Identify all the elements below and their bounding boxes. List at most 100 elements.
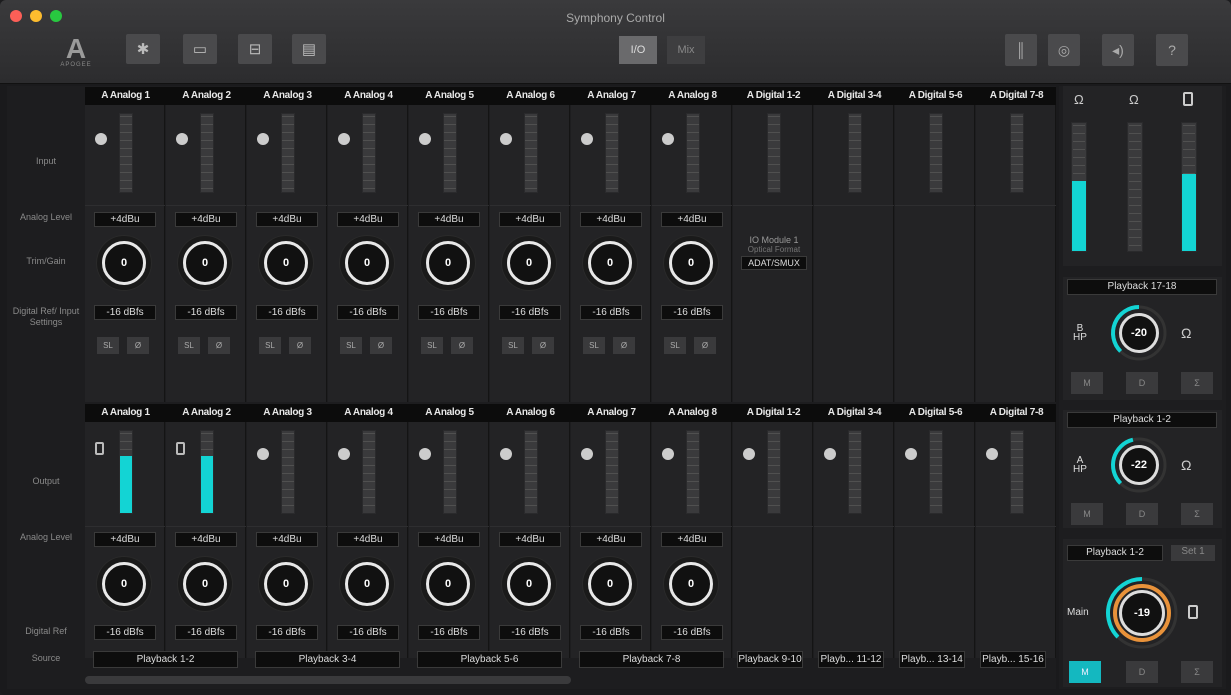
main-mute-button[interactable]: M bbox=[1069, 661, 1101, 683]
trim-gain-knob[interactable]: 0 bbox=[507, 241, 551, 285]
output-trim-knob[interactable]: 0 bbox=[669, 562, 713, 606]
main-set-button[interactable]: Set 1 bbox=[1171, 545, 1215, 561]
digital-ref-select[interactable]: -16 dBfs bbox=[337, 625, 399, 640]
analog-level-select[interactable]: +4dBu bbox=[337, 212, 399, 227]
phase-button[interactable]: Ø bbox=[532, 337, 554, 354]
digital-ref-select[interactable]: -16 dBfs bbox=[661, 625, 723, 640]
digital-ref-select[interactable]: -16 dBfs bbox=[94, 305, 156, 320]
soft-limit-button[interactable]: SL bbox=[421, 337, 443, 354]
rack-icon[interactable]: ▤ bbox=[292, 34, 326, 64]
source-select[interactable]: Playback 9-10 bbox=[737, 651, 803, 668]
trim-gain-knob[interactable]: 0 bbox=[183, 241, 227, 285]
phase-button[interactable]: Ø bbox=[613, 337, 635, 354]
soft-limit-button[interactable]: SL bbox=[502, 337, 524, 354]
digital-ref-select[interactable]: -16 dBfs bbox=[256, 305, 318, 320]
source-select[interactable]: Playb... 15-16 bbox=[980, 651, 1046, 668]
analog-level-select[interactable]: +4dBu bbox=[256, 532, 318, 547]
soft-limit-button[interactable]: SL bbox=[583, 337, 605, 354]
digital-ref-select[interactable]: -16 dBfs bbox=[256, 625, 318, 640]
source-select[interactable]: Playback 5-6 bbox=[417, 651, 562, 668]
source-select[interactable]: Playback 3-4 bbox=[255, 651, 400, 668]
digital-ref-select[interactable]: -16 dBfs bbox=[499, 305, 561, 320]
gear-icon[interactable]: ✱ bbox=[126, 34, 160, 64]
main-source[interactable]: Playback 1-2 bbox=[1067, 545, 1163, 561]
phase-button[interactable]: Ø bbox=[370, 337, 392, 354]
digital-ref-select[interactable]: -16 dBfs bbox=[418, 305, 480, 320]
trim-gain-knob[interactable]: 0 bbox=[264, 241, 308, 285]
optical-format-select[interactable]: ADAT/SMUX bbox=[741, 256, 807, 270]
output-trim-knob[interactable]: 0 bbox=[183, 562, 227, 606]
digital-ref-select[interactable]: -16 dBfs bbox=[580, 625, 642, 640]
analog-level-select[interactable]: +4dBu bbox=[499, 212, 561, 227]
hp-b-source[interactable]: Playback 17-18 bbox=[1067, 279, 1217, 295]
output-trim-knob[interactable]: 0 bbox=[345, 562, 389, 606]
tab-mix[interactable]: Mix bbox=[667, 36, 705, 64]
soft-limit-button[interactable]: SL bbox=[664, 337, 686, 354]
analog-level-select[interactable]: +4dBu bbox=[175, 532, 237, 547]
trim-gain-knob[interactable]: 0 bbox=[345, 241, 389, 285]
digital-ref-select[interactable]: -16 dBfs bbox=[499, 625, 561, 640]
hp-a-source[interactable]: Playback 1-2 bbox=[1067, 412, 1217, 428]
device-icon[interactable]: ▭ bbox=[183, 34, 217, 64]
analog-level-select[interactable]: +4dBu bbox=[499, 532, 561, 547]
analog-level-select[interactable]: +4dBu bbox=[94, 212, 156, 227]
trim-gain-knob[interactable]: 0 bbox=[669, 241, 713, 285]
analog-level-select[interactable]: +4dBu bbox=[175, 212, 237, 227]
digital-ref-select[interactable]: -16 dBfs bbox=[661, 305, 723, 320]
horizontal-scrollbar[interactable] bbox=[85, 676, 571, 684]
soft-limit-button[interactable]: SL bbox=[97, 337, 119, 354]
help-icon[interactable]: ? bbox=[1156, 34, 1188, 66]
mic-icon[interactable]: ◎ bbox=[1048, 34, 1080, 66]
source-select[interactable]: Playb... 11-12 bbox=[818, 651, 884, 668]
phase-button[interactable]: Ø bbox=[451, 337, 473, 354]
analog-level-select[interactable]: +4dBu bbox=[337, 532, 399, 547]
hp-a-sum-button[interactable]: Σ bbox=[1181, 503, 1213, 525]
hp-a-mute-button[interactable]: M bbox=[1071, 503, 1103, 525]
tab-io[interactable]: I/O bbox=[619, 36, 657, 64]
output-trim-knob[interactable]: 0 bbox=[102, 562, 146, 606]
analog-level-select[interactable]: +4dBu bbox=[256, 212, 318, 227]
soft-limit-button[interactable]: SL bbox=[178, 337, 200, 354]
digital-ref-select[interactable]: -16 dBfs bbox=[175, 625, 237, 640]
hp-a-dim-button[interactable]: D bbox=[1126, 503, 1158, 525]
analog-level-select[interactable]: +4dBu bbox=[94, 532, 156, 547]
soft-limit-button[interactable]: SL bbox=[259, 337, 281, 354]
source-select[interactable]: Playback 7-8 bbox=[579, 651, 724, 668]
output-trim-knob[interactable]: 0 bbox=[264, 562, 308, 606]
phase-button[interactable]: Ø bbox=[694, 337, 716, 354]
digital-ref-select[interactable]: -16 dBfs bbox=[337, 305, 399, 320]
source-select[interactable]: Playback 1-2 bbox=[93, 651, 238, 668]
hp-b-sum-button[interactable]: Σ bbox=[1181, 372, 1213, 394]
analog-level-select[interactable]: +4dBu bbox=[661, 532, 723, 547]
analog-level-select[interactable]: +4dBu bbox=[661, 212, 723, 227]
meters-icon[interactable]: ║ bbox=[1005, 34, 1037, 66]
hp-b-dim-button[interactable]: D bbox=[1126, 372, 1158, 394]
speaker-icon[interactable]: ◂) bbox=[1102, 34, 1134, 66]
phase-button[interactable]: Ø bbox=[208, 337, 230, 354]
main-sum-button[interactable]: Σ bbox=[1181, 661, 1213, 683]
digital-ref-select[interactable]: -16 dBfs bbox=[580, 305, 642, 320]
main-volume-knob[interactable]: -19 bbox=[1119, 590, 1165, 636]
main-dim-button[interactable]: D bbox=[1126, 661, 1158, 683]
output-trim-knob[interactable]: 0 bbox=[426, 562, 470, 606]
analog-level-select[interactable]: +4dBu bbox=[580, 212, 642, 227]
analog-level-select[interactable]: +4dBu bbox=[418, 532, 480, 547]
digital-ref-select[interactable]: -16 dBfs bbox=[175, 305, 237, 320]
output-trim-knob[interactable]: 0 bbox=[588, 562, 632, 606]
phase-button[interactable]: Ø bbox=[127, 337, 149, 354]
trim-gain-knob[interactable]: 0 bbox=[426, 241, 470, 285]
trim-gain-knob[interactable]: 0 bbox=[102, 241, 146, 285]
hp-b-volume-knob[interactable]: -20 bbox=[1119, 313, 1159, 353]
source-select[interactable]: Playb... 13-14 bbox=[899, 651, 965, 668]
module-icon[interactable]: ⊟ bbox=[238, 34, 272, 64]
analog-level-select[interactable]: +4dBu bbox=[418, 212, 480, 227]
digital-ref-select[interactable]: -16 dBfs bbox=[418, 625, 480, 640]
trim-gain-knob[interactable]: 0 bbox=[588, 241, 632, 285]
analog-level-select[interactable]: +4dBu bbox=[580, 532, 642, 547]
output-trim-knob[interactable]: 0 bbox=[507, 562, 551, 606]
digital-ref-select[interactable]: -16 dBfs bbox=[94, 625, 156, 640]
soft-limit-button[interactable]: SL bbox=[340, 337, 362, 354]
hp-b-mute-button[interactable]: M bbox=[1071, 372, 1103, 394]
phase-button[interactable]: Ø bbox=[289, 337, 311, 354]
hp-a-volume-knob[interactable]: -22 bbox=[1119, 445, 1159, 485]
